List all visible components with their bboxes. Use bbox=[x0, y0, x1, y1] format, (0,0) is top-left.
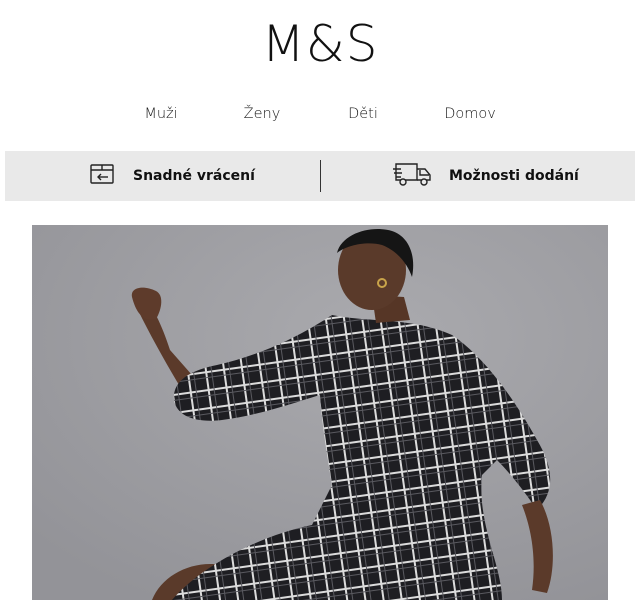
hero-image bbox=[32, 225, 608, 600]
nav-link-kids[interactable]: Děti bbox=[348, 106, 378, 122]
hero-banner[interactable] bbox=[32, 225, 608, 600]
benefits-bar: Snadné vrácení Možnosti dodání bbox=[5, 151, 635, 201]
main-navigation: Muži Ženy Děti Domov bbox=[0, 106, 640, 130]
nav-link-women[interactable]: Ženy bbox=[244, 106, 281, 122]
easy-returns-label: Snadné vrácení bbox=[133, 168, 255, 184]
benefits-divider bbox=[320, 160, 321, 192]
delivery-options-link[interactable]: Možnosti dodání bbox=[393, 151, 579, 201]
brand-logo[interactable]: M&S bbox=[0, 14, 640, 74]
nav-link-men[interactable]: Muži bbox=[144, 106, 177, 122]
return-box-icon bbox=[89, 162, 117, 191]
delivery-options-label: Možnosti dodání bbox=[449, 168, 579, 184]
delivery-truck-icon bbox=[393, 161, 433, 192]
easy-returns-link[interactable]: Snadné vrácení bbox=[89, 151, 255, 201]
nav-link-home[interactable]: Domov bbox=[444, 106, 496, 122]
